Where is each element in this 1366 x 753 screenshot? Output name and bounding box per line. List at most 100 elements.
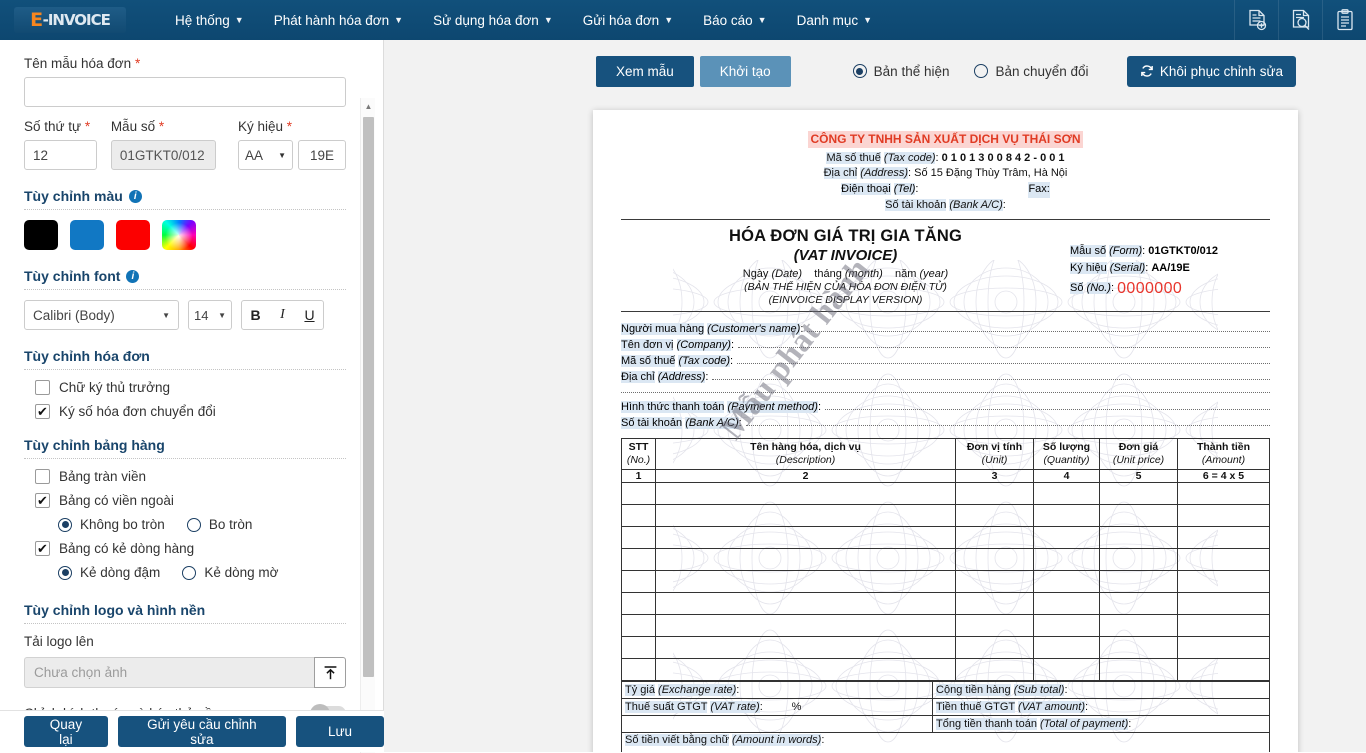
seller-bank-line: Số tài khoản (Bank A/C): (885, 198, 1006, 211)
settings-sidebar: Tên mẫu hóa đơn * Số thứ tự * Mẫu số * (0, 40, 384, 753)
logo-section-heading: Tùy chỉnh logo và hình nền (24, 602, 346, 618)
font-size-select[interactable]: 14 ▼ (188, 300, 232, 330)
underline-button[interactable]: U (296, 307, 323, 323)
customer-name-label-group: Người mua hàng (Customer's name): (621, 322, 804, 335)
checkbox-bang-tran-vien[interactable]: Bảng tràn viền (35, 469, 346, 484)
template-name-label: Tên mẫu hóa đơn * (24, 56, 346, 71)
exchange-rate-cell: Tỷ giá (Exchange rate): (620, 681, 934, 700)
nav-phat-hanh-hoa-don[interactable]: Phát hành hóa đơn ▼ (259, 0, 418, 40)
back-button[interactable]: Quay lại (24, 716, 108, 747)
required-asterisk: * (286, 119, 293, 134)
totals-row-total: Tổng tiền thanh toán (Total of payment): (620, 715, 1270, 734)
info-icon[interactable]: i (128, 189, 142, 203)
sidebar-scrollbar[interactable]: ▲ ▼ (360, 98, 375, 753)
radio-ban-the-hien[interactable] (852, 64, 867, 78)
font-family-select[interactable]: Calibri (Body) ▼ (24, 300, 179, 330)
customer-company-value (738, 347, 1270, 349)
chevron-down-icon: ▼ (278, 150, 286, 160)
radio-bo-tron[interactable] (186, 517, 201, 532)
required-asterisk: * (84, 119, 91, 134)
checkbox-ky-so-hoa-don-chuyen-doi[interactable]: ✔ Ký số hóa đơn chuyển đổi (35, 404, 346, 419)
radio-group-row-lines: Kẻ dòng đậm Kẻ dòng mờ (58, 565, 346, 580)
invoice-number-line: Số (No.): 0000000 (1070, 280, 1183, 298)
customer-company-label-en: (Company) (676, 338, 731, 351)
upload-icon[interactable] (314, 657, 346, 688)
logo-letter-e: E (30, 9, 43, 31)
nav-bao-cao[interactable]: Báo cáo ▼ (688, 0, 781, 40)
template-name-input[interactable] (24, 77, 346, 107)
table-cell (1033, 658, 1100, 682)
color-swatch-red[interactable] (116, 220, 150, 250)
col-amount: Thành tiền (Amount) (1177, 438, 1270, 471)
nav-danh-muc[interactable]: Danh mục ▼ (782, 0, 887, 40)
table-cell (1177, 526, 1270, 550)
color-swatch-black[interactable] (24, 220, 58, 250)
app-logo[interactable]: E -INVOICE (14, 7, 126, 33)
table-cell (1099, 504, 1178, 528)
nav-su-dung-hoa-don-label: Sử dụng hóa đơn (433, 12, 539, 28)
so-thu-tu-label-text: Số thứ tự (24, 119, 82, 134)
ky-hieu-label-text: Ký hiệu (238, 119, 284, 134)
send-edit-request-button[interactable]: Gửi yêu cầu chỉnh sửa (117, 716, 286, 747)
color-swatch-custom-picker[interactable] (162, 220, 196, 250)
restore-edits-button[interactable]: Khôi phục chỉnh sửa (1126, 55, 1296, 87)
table-cell (1033, 614, 1100, 638)
checkbox-bang-co-ke-dong-hang[interactable]: ✔ Bảng có kẻ dòng hàng (35, 541, 346, 556)
ky-hieu-prefix-select[interactable]: AA ▼ (238, 140, 293, 170)
vat-rate-percent-symbol: % (791, 701, 802, 714)
info-icon[interactable]: i (126, 269, 140, 283)
invoice-date-line: Ngày (Date) tháng (month) năm (year) (621, 268, 1070, 280)
nav-gui-hoa-don[interactable]: Gửi hóa đơn ▼ (568, 0, 688, 40)
customer-company-label: Tên đơn vị (621, 338, 674, 351)
seller-company-block: CÔNG TY TNHH SẢN XUẤT DỊCH VỤ THÁI SƠN M… (621, 110, 1270, 213)
checkbox-box[interactable] (35, 469, 50, 484)
radio-ke-dong-dam[interactable] (58, 565, 72, 580)
display-note-vi: (BẢN THỂ HIỆN CỦA HÓA ĐƠN ĐIỆN TỬ) (744, 281, 947, 294)
checkbox-bang-co-vien-ngoai[interactable]: ✔ Bảng có viền ngoài (35, 493, 346, 508)
nav-he-thong[interactable]: Hệ thống ▼ (160, 0, 259, 40)
so-thu-tu-input[interactable] (24, 140, 97, 170)
totals-empty-cell (620, 715, 934, 734)
scrollbar-thumb[interactable] (363, 117, 374, 677)
radio-khong-bo-tron[interactable] (58, 517, 72, 532)
save-button[interactable]: Lưu (295, 716, 384, 747)
invoice-title-block: HÓA ĐƠN GIÁ TRỊ GIA TĂNG (VAT INVOICE) N… (621, 220, 1270, 306)
italic-button[interactable]: I (269, 307, 296, 323)
clipboard-icon[interactable] (1322, 0, 1366, 40)
document-search-icon[interactable] (1278, 0, 1322, 40)
table-cell (1033, 548, 1100, 572)
subtotal-label: Cộng tiền hàng (936, 684, 1011, 697)
table-cell (655, 658, 956, 682)
restore-edits-label: Khôi phục chỉnh sửa (1159, 63, 1283, 79)
table-cell (955, 570, 1034, 594)
color-swatch-blue[interactable] (70, 220, 104, 250)
checkbox-box[interactable]: ✔ (35, 493, 50, 508)
initialize-button[interactable]: Khởi tạo (699, 55, 791, 87)
bold-button[interactable]: B (242, 307, 269, 323)
table-cell (955, 504, 1034, 528)
top-navigation-bar: E -INVOICE Hệ thống ▼ Phát hành hóa đơn ▼… (0, 0, 1366, 40)
items-table-body (621, 482, 1270, 682)
table-cell (1099, 592, 1178, 616)
scroll-up-icon[interactable]: ▲ (361, 98, 376, 114)
checkbox-box[interactable] (35, 380, 50, 395)
checkbox-box[interactable]: ✔ (35, 404, 50, 419)
ky-hieu-suffix-input[interactable] (298, 140, 346, 170)
checkbox-chu-ky-thu-truong[interactable]: Chữ ký thủ trưởng (35, 380, 346, 395)
radio-ban-chuyen-doi-label: Bản chuyển đổi (995, 63, 1089, 79)
invoice-meta-block: Mẫu số (Form): 01GTKT0/012 Ký hiệu (Seri… (1070, 227, 1270, 306)
preview-template-button[interactable]: Xem mẫu (596, 55, 694, 87)
invoice-number-label: Số (1070, 282, 1084, 295)
col-unit-price: Đơn giá (Unit price) (1099, 438, 1178, 471)
so-thu-tu-group: Số thứ tự * (24, 119, 97, 170)
nav-su-dung-hoa-don[interactable]: Sử dụng hóa đơn ▼ (418, 0, 568, 40)
radio-ke-dong-mo[interactable] (182, 565, 197, 580)
customer-company-row: Tên đơn vị (Company): (621, 335, 1270, 351)
radio-ban-chuyen-doi[interactable] (974, 64, 989, 78)
col-description-vi: Tên hàng hóa, dịch vụ (750, 441, 861, 454)
document-add-icon[interactable] (1234, 0, 1278, 40)
invoice-number-label-en: (No.) (1086, 282, 1111, 295)
table-cell (1177, 636, 1270, 660)
checkbox-box[interactable]: ✔ (35, 541, 50, 556)
radio-group-border-radius: Không bo tròn Bo tròn (58, 517, 346, 532)
